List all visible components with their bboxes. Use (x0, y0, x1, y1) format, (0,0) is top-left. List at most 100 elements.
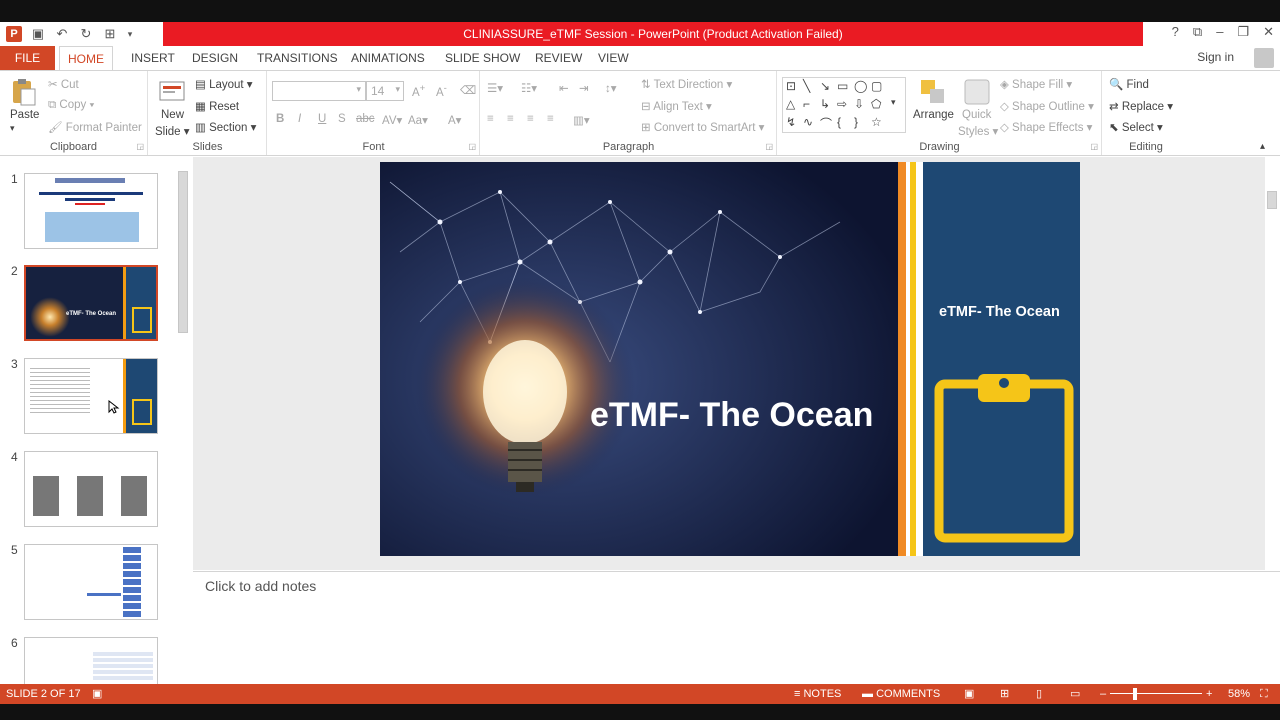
slide-show-view-icon[interactable]: ▭ (1070, 684, 1080, 704)
shape-outline-button[interactable]: ◇ Shape Outline ▾ (1000, 99, 1094, 113)
arrange-button[interactable]: Arrange (913, 109, 954, 121)
line-shape-icon[interactable]: ╲ (803, 79, 810, 93)
find-button[interactable]: 🔍 Find (1109, 77, 1149, 91)
reset-button[interactable]: ▦ Reset (195, 99, 239, 113)
clear-formatting-icon[interactable]: ⌫ (460, 83, 476, 97)
copy-button[interactable]: ⧉ Copy ▾ (48, 99, 94, 112)
replace-button[interactable]: ⇄ Replace ▾ (1109, 99, 1173, 113)
spell-check-icon[interactable]: ▣ (92, 684, 102, 704)
convert-smartart-button[interactable]: ⊞ Convert to SmartArt ▾ (641, 120, 764, 134)
powerpoint-app-icon[interactable]: P (6, 26, 22, 42)
paste-icon[interactable] (9, 77, 39, 107)
tab-design[interactable]: DESIGN (184, 46, 246, 70)
paste-dropdown-icon[interactable]: ▾ (10, 123, 15, 134)
save-icon[interactable]: ▣ (30, 26, 46, 42)
slide-scrollbar[interactable] (1265, 157, 1279, 570)
slide-thumbnail-5[interactable] (24, 544, 158, 620)
slide-canvas[interactable]: eTMF- The Ocean eTMF- The Ocean (380, 162, 1080, 556)
restore-icon[interactable]: ❐ (1237, 24, 1249, 40)
freeform-shape-icon[interactable]: ↯ (786, 115, 796, 129)
right-arrow-shape-icon[interactable]: ⇨ (837, 97, 847, 111)
italic-icon[interactable]: I (298, 113, 301, 125)
undo-icon[interactable]: ↶ (54, 26, 70, 42)
elbow-arrow-shape-icon[interactable]: ↳ (820, 97, 830, 111)
slide-thumbnail-3[interactable] (24, 358, 158, 434)
layout-button[interactable]: ▤ Layout ▾ (195, 77, 253, 91)
align-text-button[interactable]: ⊟ Align Text ▾ (641, 99, 712, 113)
tab-review[interactable]: REVIEW (527, 46, 590, 70)
notes-placeholder[interactable]: Click to add notes (205, 578, 316, 594)
sign-in-link[interactable]: Sign in (1197, 50, 1234, 64)
left-brace-shape-icon[interactable]: { (837, 115, 841, 129)
tab-file[interactable]: FILE (0, 46, 55, 70)
font-color-icon[interactable]: A▾ (448, 113, 461, 127)
slide-sorter-icon[interactable]: ⊞ (1000, 684, 1009, 704)
customize-qat-icon[interactable]: ▾ (126, 26, 134, 42)
star-shape-icon[interactable]: ☆ (871, 115, 882, 129)
zoom-out-icon[interactable]: – (1100, 684, 1106, 704)
tab-insert[interactable]: INSERT (123, 46, 183, 70)
format-painter-button[interactable]: 🖌 Format Painter (48, 120, 142, 134)
minimize-icon[interactable]: – (1216, 24, 1223, 40)
font-size-combobox[interactable]: 14 ▾ (366, 81, 404, 101)
arrow-line-shape-icon[interactable]: ↘ (820, 79, 830, 93)
triangle-shape-icon[interactable]: △ (786, 97, 795, 111)
increase-indent-icon[interactable]: ⇥ (579, 81, 589, 95)
numbering-icon[interactable]: ☷▾ (521, 81, 537, 95)
section-button[interactable]: ▥ Section ▾ (195, 120, 256, 134)
elbow-connector-shape-icon[interactable]: ⌐ (803, 97, 810, 111)
redo-icon[interactable]: ↻ (78, 26, 94, 42)
pentagon-shape-icon[interactable]: ⬠ (871, 97, 881, 111)
oval-shape-icon[interactable]: ◯ (854, 79, 867, 93)
start-from-beginning-icon[interactable]: ⊞ (102, 26, 118, 42)
new-slide-button[interactable]: Slide ▾ (155, 124, 190, 138)
bullets-icon[interactable]: ☰▾ (487, 81, 503, 95)
new-slide-button-line1[interactable]: New (161, 109, 184, 121)
drawing-launcher-icon[interactable]: ◲ (1090, 142, 1098, 151)
slide-main-title[interactable]: eTMF- The Ocean (590, 396, 873, 435)
shape-effects-button[interactable]: ◇ Shape Effects ▾ (1000, 120, 1092, 134)
clipboard-launcher-icon[interactable]: ◲ (136, 142, 144, 151)
rectangle-shape-icon[interactable]: ▭ (837, 79, 848, 93)
arrange-icon[interactable] (918, 77, 948, 107)
avatar[interactable] (1254, 48, 1274, 68)
zoom-slider-thumb[interactable] (1133, 688, 1137, 700)
text-shadow-icon[interactable]: S (338, 113, 346, 125)
notes-toggle[interactable]: ≡ NOTES (794, 684, 841, 704)
ribbon-display-options-icon[interactable]: ⧉ (1193, 24, 1202, 40)
align-right-icon[interactable]: ≡ (527, 113, 534, 125)
slide-thumbnail-6[interactable] (24, 637, 158, 684)
shapes-gallery[interactable]: ⊡ ╲ ↘ ▭ ◯ ▢ △ ⌐ ↳ ⇨ ⇩ ⬠ ↯ ∿ ⌒ { } ☆ ▾ (782, 77, 906, 133)
slide-thumbnail-1[interactable] (24, 173, 158, 249)
reading-view-icon[interactable]: ▯ (1036, 684, 1042, 704)
help-icon[interactable]: ? (1172, 24, 1179, 40)
cut-button[interactable]: ✂ Cut (48, 77, 79, 91)
slide-scrollbar-thumb[interactable] (1267, 191, 1277, 209)
change-case-icon[interactable]: Aa▾ (408, 113, 428, 127)
tab-slide-show[interactable]: SLIDE SHOW (437, 46, 528, 70)
quick-styles-button[interactable]: Styles ▾ (958, 124, 998, 138)
justify-icon[interactable]: ≡ (547, 113, 554, 125)
strikethrough-icon[interactable]: abc (356, 113, 375, 125)
thumbnail-scrollbar-thumb[interactable] (178, 171, 188, 333)
columns-icon[interactable]: ▥▾ (573, 113, 590, 127)
shrink-font-icon[interactable]: A- (436, 83, 447, 99)
font-launcher-icon[interactable]: ◲ (468, 142, 476, 151)
zoom-slider[interactable] (1110, 693, 1202, 694)
new-slide-icon[interactable] (157, 77, 187, 107)
curve-shape-icon[interactable]: ∿ (803, 115, 813, 129)
zoom-in-icon[interactable]: + (1206, 684, 1212, 704)
tab-view[interactable]: VIEW (590, 46, 637, 70)
comments-toggle[interactable]: ▬ COMMENTS (862, 684, 940, 704)
align-left-icon[interactable]: ≡ (487, 113, 494, 125)
bold-icon[interactable]: B (276, 113, 284, 125)
align-center-icon[interactable]: ≡ (507, 113, 514, 125)
slide-side-title[interactable]: eTMF- The Ocean (939, 304, 1060, 320)
decrease-indent-icon[interactable]: ⇤ (559, 81, 569, 95)
tab-home[interactable]: HOME (59, 46, 113, 71)
quick-styles-icon[interactable] (962, 77, 992, 107)
paste-button[interactable]: Paste (10, 109, 39, 121)
textbox-shape-icon[interactable]: ⊡ (786, 79, 796, 93)
right-brace-shape-icon[interactable]: } (854, 115, 858, 129)
text-direction-button[interactable]: ⇅ Text Direction ▾ (641, 77, 732, 91)
